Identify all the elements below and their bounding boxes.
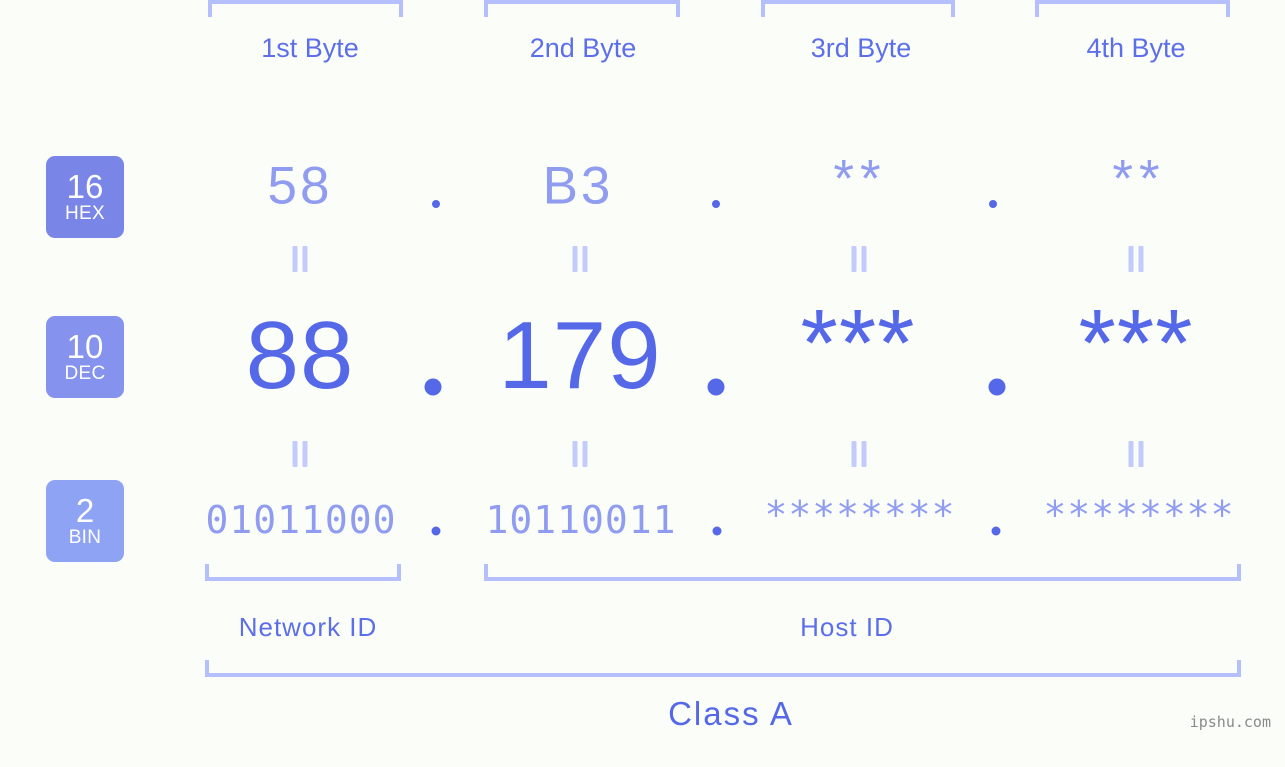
bin-separator-dot-2	[712, 526, 722, 536]
hex-byte-4: **	[1112, 149, 1166, 209]
host-id-label: Host ID	[800, 612, 894, 642]
bin-byte-2: 10110011	[485, 498, 677, 542]
bin-separator-dot-1	[431, 526, 441, 536]
dec-byte-1: 88	[245, 302, 355, 409]
ip-address-breakdown-diagram: 1st Byte 2nd Byte 3rd Byte 4th Byte 16 H…	[0, 0, 1285, 767]
byte-header-2: 2nd Byte	[529, 33, 637, 63]
base-badge-hex-label: HEX	[65, 202, 105, 224]
dec-byte-2: 179	[498, 302, 662, 409]
class-label: Class A	[668, 695, 794, 732]
equals-mark-dec-bin-4	[1128, 441, 1145, 467]
bin-byte-1: 01011000	[205, 498, 397, 542]
dec-byte-4: ***	[1078, 290, 1194, 397]
byte-header-4: 4th Byte	[1086, 33, 1186, 63]
equals-mark-hex-dec-4	[1128, 246, 1145, 272]
class-bracket	[205, 660, 1241, 677]
byte-bracket-3	[761, 0, 955, 17]
dec-byte-3: ***	[800, 290, 916, 397]
host-id-bracket	[484, 564, 1241, 581]
equals-mark-dec-bin-2	[572, 441, 589, 467]
network-id-bracket	[205, 564, 401, 581]
equals-mark-hex-dec-2	[572, 246, 589, 272]
equals-mark-dec-bin-3	[851, 441, 868, 467]
equals-mark-hex-dec-1	[292, 246, 309, 272]
hex-byte-2: B3	[542, 156, 614, 216]
base-badge-hex[interactable]: 16 HEX	[46, 156, 124, 238]
hex-separator-dot-2	[712, 200, 720, 208]
hex-byte-1: 58	[267, 156, 333, 216]
network-id-label: Network ID	[238, 612, 378, 642]
dec-separator-dot-3	[988, 378, 1006, 396]
base-badge-bin[interactable]: 2 BIN	[46, 480, 124, 562]
base-badge-dec[interactable]: 10 DEC	[46, 316, 124, 398]
hex-separator-dot-3	[989, 200, 997, 208]
bin-byte-4: ********	[1043, 493, 1235, 537]
hex-byte-3: **	[833, 149, 887, 209]
base-badge-bin-number: 2	[75, 491, 95, 529]
byte-header-3: 3rd Byte	[810, 33, 912, 63]
equals-mark-hex-dec-3	[851, 246, 868, 272]
dec-separator-dot-2	[707, 378, 725, 396]
dec-separator-dot-1	[424, 378, 442, 396]
byte-bracket-4	[1035, 0, 1230, 17]
base-badge-dec-number: 10	[66, 327, 104, 365]
base-badge-dec-label: DEC	[64, 362, 106, 384]
hex-separator-dot-1	[432, 200, 440, 208]
bin-byte-3: ********	[764, 493, 956, 537]
base-badge-hex-number: 16	[66, 167, 104, 205]
byte-bracket-2	[484, 0, 680, 17]
byte-header-1: 1st Byte	[261, 33, 359, 63]
equals-mark-dec-bin-1	[292, 441, 309, 467]
bin-separator-dot-3	[991, 526, 1001, 536]
byte-bracket-1	[208, 0, 403, 17]
site-watermark: ipshu.com	[1189, 713, 1271, 731]
base-badge-bin-label: BIN	[68, 526, 102, 548]
